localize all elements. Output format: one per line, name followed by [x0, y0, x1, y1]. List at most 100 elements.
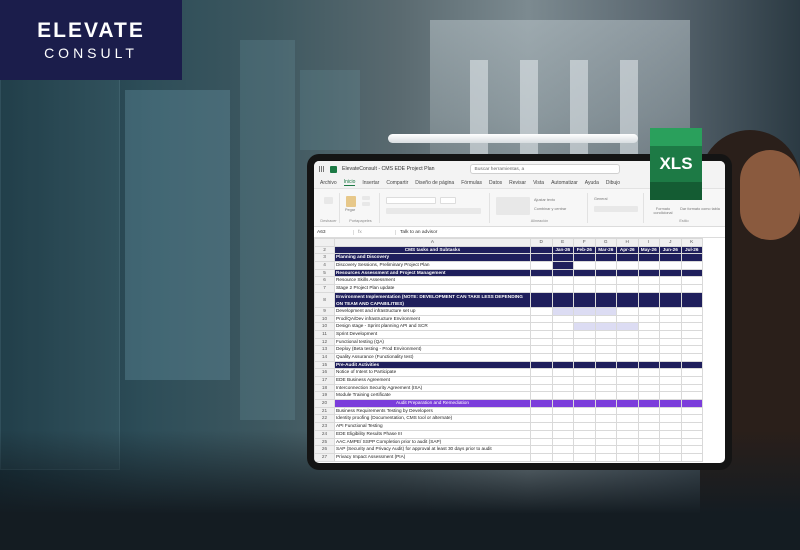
- month-cell[interactable]: [680, 399, 703, 408]
- month-cell[interactable]: [573, 268, 596, 278]
- month-cell[interactable]: [616, 253, 639, 263]
- row-number[interactable]: 8: [314, 291, 335, 308]
- month-cell[interactable]: [616, 268, 639, 278]
- month-cell[interactable]: [659, 452, 682, 462]
- month-cell[interactable]: [594, 276, 617, 286]
- month-cell[interactable]: [659, 414, 682, 424]
- month-cell[interactable]: [573, 253, 596, 263]
- month-cell[interactable]: [530, 284, 553, 293]
- row-number[interactable]: 15: [314, 360, 335, 370]
- month-cell[interactable]: [659, 437, 682, 447]
- month-cell[interactable]: [530, 422, 553, 431]
- number-format-buttons[interactable]: [594, 206, 638, 212]
- month-cell[interactable]: [680, 276, 703, 286]
- row-number[interactable]: 24: [314, 429, 335, 439]
- row-number[interactable]: 18: [314, 383, 335, 393]
- column-header[interactable]: D: [530, 238, 553, 247]
- month-cell[interactable]: [573, 376, 596, 385]
- month-cell[interactable]: [659, 360, 682, 370]
- month-cell[interactable]: [616, 391, 639, 401]
- month-cell[interactable]: [637, 352, 660, 362]
- month-cell[interactable]: [659, 445, 682, 454]
- task-cell[interactable]: Privacy Impact Assessment (PIA): [334, 452, 531, 462]
- month-cell[interactable]: [573, 422, 596, 431]
- task-cell[interactable]: EDE Business Agreement: [334, 376, 531, 385]
- month-cell[interactable]: [637, 437, 660, 447]
- month-cell[interactable]: [551, 268, 574, 278]
- month-cell[interactable]: May-26: [637, 245, 660, 255]
- tab-3[interactable]: Compartir: [386, 180, 408, 186]
- task-cell[interactable]: Sprint Development: [334, 329, 531, 339]
- month-cell[interactable]: [659, 291, 682, 308]
- month-cell[interactable]: [551, 437, 574, 447]
- search-box[interactable]: Buscar herramientas, a: [469, 164, 620, 174]
- month-cell[interactable]: [551, 314, 574, 324]
- month-cell[interactable]: [573, 329, 596, 339]
- month-cell[interactable]: [573, 406, 596, 416]
- month-cell[interactable]: [616, 329, 639, 339]
- month-cell[interactable]: [551, 391, 574, 401]
- month-cell[interactable]: [659, 383, 682, 393]
- month-cell[interactable]: [616, 261, 639, 270]
- month-cell[interactable]: [616, 429, 639, 439]
- month-cell[interactable]: [573, 291, 596, 308]
- month-cell[interactable]: [530, 322, 553, 331]
- month-cell[interactable]: [573, 429, 596, 439]
- month-cell[interactable]: [637, 383, 660, 393]
- task-cell[interactable]: Identity proofing (Documentation, CMS to…: [334, 414, 531, 424]
- month-cell[interactable]: [680, 414, 703, 424]
- row-number[interactable]: 5: [314, 268, 335, 278]
- month-cell[interactable]: [680, 284, 703, 293]
- month-cell[interactable]: [594, 337, 617, 347]
- task-cell[interactable]: Audit Preparation and Remediation: [334, 399, 531, 408]
- month-cell[interactable]: [551, 406, 574, 416]
- month-cell[interactable]: [637, 322, 660, 331]
- column-header[interactable]: A: [334, 238, 531, 247]
- month-cell[interactable]: [573, 391, 596, 401]
- row-number[interactable]: 22: [314, 414, 335, 424]
- month-cell[interactable]: [637, 276, 660, 286]
- month-cell[interactable]: [659, 329, 682, 339]
- month-cell[interactable]: [616, 445, 639, 454]
- month-cell[interactable]: [530, 445, 553, 454]
- conditional-format-button[interactable]: Formato condicional: [648, 207, 678, 215]
- task-cell[interactable]: Business Requirements Testing by Develop…: [334, 406, 531, 416]
- month-cell[interactable]: [573, 345, 596, 354]
- month-cell[interactable]: [551, 329, 574, 339]
- month-cell[interactable]: [637, 284, 660, 293]
- month-cell[interactable]: [530, 399, 553, 408]
- month-cell[interactable]: [616, 322, 639, 331]
- month-cell[interactable]: [637, 376, 660, 385]
- month-cell[interactable]: [530, 329, 553, 339]
- month-cell[interactable]: [616, 360, 639, 370]
- month-cell[interactable]: [659, 391, 682, 401]
- month-cell[interactable]: [680, 391, 703, 401]
- month-cell[interactable]: [637, 414, 660, 424]
- month-cell[interactable]: [616, 345, 639, 354]
- month-cell[interactable]: [551, 276, 574, 286]
- month-cell[interactable]: [551, 345, 574, 354]
- task-cell[interactable]: Prod/QA/Dev infrastructure Environment: [334, 314, 531, 324]
- tab-5[interactable]: Fórmulas: [461, 180, 482, 186]
- month-cell[interactable]: [530, 276, 553, 286]
- month-cell[interactable]: [573, 414, 596, 424]
- paste-icon[interactable]: [346, 196, 356, 207]
- month-cell[interactable]: [551, 429, 574, 439]
- month-cell[interactable]: [594, 253, 617, 263]
- number-format-select[interactable]: General: [594, 197, 608, 201]
- task-cell[interactable]: Planning and Discovery: [334, 253, 531, 263]
- month-cell[interactable]: [551, 352, 574, 362]
- month-cell[interactable]: [659, 406, 682, 416]
- column-header[interactable]: H: [616, 238, 639, 247]
- month-cell[interactable]: [573, 399, 596, 408]
- month-cell[interactable]: Jun-26: [659, 245, 682, 255]
- month-cell[interactable]: [637, 368, 660, 377]
- task-cell[interactable]: Pre-Audit Activities: [334, 360, 531, 370]
- row-number[interactable]: 21: [314, 406, 335, 416]
- month-cell[interactable]: [594, 399, 617, 408]
- month-cell[interactable]: [594, 268, 617, 278]
- month-cell[interactable]: [551, 253, 574, 263]
- month-cell[interactable]: [659, 345, 682, 354]
- month-cell[interactable]: [551, 414, 574, 424]
- task-cell[interactable]: Discovery Sessions, Preliminary Project …: [334, 261, 531, 270]
